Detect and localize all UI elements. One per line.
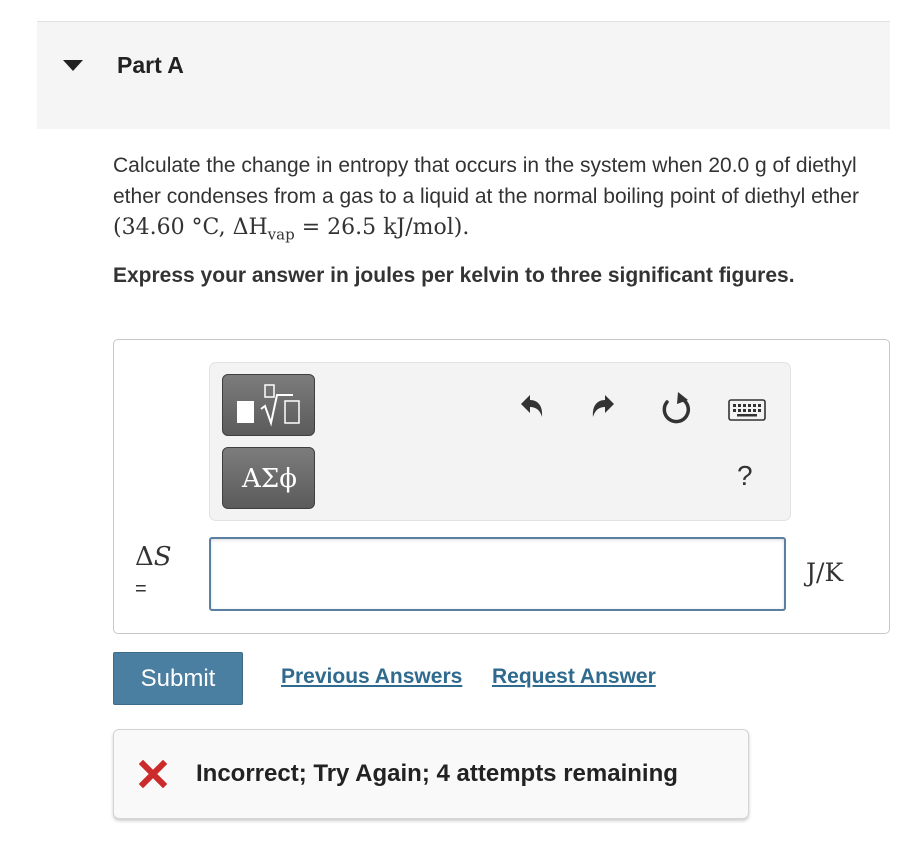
reset-icon[interactable] <box>658 391 694 432</box>
keyboard-icon[interactable] <box>728 399 766 426</box>
question-text: Calculate the change in entropy that occ… <box>113 150 883 250</box>
submit-button[interactable]: Submit <box>113 652 243 705</box>
redo-icon[interactable] <box>589 391 619 430</box>
part-a-header[interactable]: Part A <box>37 22 890 129</box>
part-title: Part A <box>117 52 184 78</box>
undo-icon[interactable] <box>516 391 546 430</box>
previous-answers-link[interactable]: Previous Answers <box>281 665 462 689</box>
equals-sign: = <box>135 578 147 600</box>
math-open: (34.60 °C, ΔH <box>113 215 268 240</box>
unit-label: J/K <box>806 558 844 587</box>
variable-symbol: S <box>153 542 172 572</box>
feedback-box: Incorrect; Try Again; 4 attempts remaini… <box>113 729 749 819</box>
question-body: Calculate the change in entropy that occ… <box>113 154 859 208</box>
caret-down-icon[interactable] <box>63 60 83 71</box>
x-mark-icon <box>138 759 168 793</box>
question-math: (34.60 °C, ΔHvap = 26.5 kJ/mol). <box>113 215 470 244</box>
templates-sqrt-icon <box>237 384 300 427</box>
variable-delta: Δ <box>135 542 154 572</box>
feedback-message: Incorrect; Try Again; 4 attempts remaini… <box>196 760 678 787</box>
math-toolbar: ΑΣϕ ? <box>209 362 791 521</box>
help-button[interactable]: ? <box>737 460 753 492</box>
answer-input[interactable] <box>209 537 786 611</box>
greek-symbols-button[interactable]: ΑΣϕ <box>222 447 315 509</box>
variable-label: ΔS <box>135 542 172 572</box>
math-subscript: vap <box>267 225 295 244</box>
templates-button[interactable] <box>222 374 315 436</box>
greek-symbols-label: ΑΣϕ <box>242 464 297 494</box>
answer-instructions: Express your answer in joules per kelvin… <box>113 264 795 287</box>
request-answer-link[interactable]: Request Answer <box>492 665 656 689</box>
math-close: = 26.5 kJ/mol). <box>294 215 470 240</box>
